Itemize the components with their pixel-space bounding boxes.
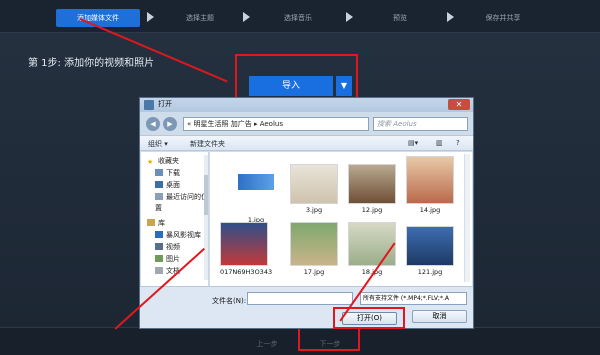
file-grid: 1.jpg 3.jpg 12.jpg 14.jpg 017N69H3O343 1… [210, 152, 472, 286]
next-highlight [298, 327, 360, 351]
nav-recent[interactable]: 最近访问的位置 [155, 192, 208, 212]
organize-menu[interactable]: 组织 ▾ [148, 139, 168, 149]
preview-pane-icon[interactable]: ▥ [436, 139, 443, 147]
step-preview[interactable]: 预览 [365, 9, 435, 27]
file-item[interactable]: 017N69H3O343 [220, 222, 273, 276]
storm-icon [155, 231, 163, 238]
file-name: 017N69H3O343 [220, 268, 273, 276]
open-file-dialog: 打开 ✕ ◀ ▶ « 明星生活照 加广告 ▸ Aeolus 搜索 Aeolus … [139, 97, 474, 329]
dialog-titlebar: 打开 ✕ [140, 98, 473, 112]
dialog-toolbar: 组织 ▾ 新建文件夹 ▤▾ ▥ ? [140, 135, 473, 151]
close-icon[interactable]: ✕ [448, 99, 470, 110]
path-field[interactable]: « 明星生活照 加广告 ▸ Aeolus [183, 117, 369, 131]
step-add-media[interactable]: 添加媒体文件 [56, 9, 140, 27]
import-dropdown-button[interactable]: ▼ [336, 76, 352, 96]
nav-favorites[interactable]: ★ 收藏夹 [147, 156, 179, 167]
page-title: 第 1步: 添加你的视频和照片 [28, 58, 155, 69]
navigation-pane: ★ 收藏夹 下载 桌面 最近访问的位置 库 暴风影视库 视频 图片 文档 [141, 152, 209, 286]
address-bar: ◀ ▶ « 明星生活照 加广告 ▸ Aeolus 搜索 Aeolus [146, 117, 468, 132]
dialog-footer: 文件名(N): 所有支持文件 (*.MP4;*.FLV;*.A 打开(O) 取消 [140, 286, 473, 329]
step-theme[interactable]: 选择主题 [165, 9, 235, 27]
step-save-share[interactable]: 保存并共享 [463, 9, 543, 27]
step-arrow-icon [147, 12, 154, 22]
step-arrow-icon [346, 12, 353, 22]
dialog-title: 打开 [158, 100, 172, 108]
nav-libraries[interactable]: 库 [147, 218, 165, 229]
nav-downloads[interactable]: 下载 [155, 168, 180, 179]
file-item[interactable]: 14.jpg [406, 156, 454, 214]
file-thumbnail [348, 164, 396, 204]
file-thumbnail [406, 156, 454, 204]
desktop-icon [155, 181, 163, 188]
step-music[interactable]: 选择音乐 [263, 9, 333, 27]
file-scrollbar[interactable] [464, 154, 470, 282]
filename-input[interactable] [247, 292, 353, 305]
recent-icon [155, 193, 163, 200]
file-name: 14.jpg [419, 206, 441, 214]
dialog-app-icon [144, 100, 154, 110]
new-folder-button[interactable]: 新建文件夹 [190, 139, 225, 149]
file-thumbnail [290, 222, 338, 266]
filename-label: 文件名(N): [212, 297, 247, 305]
file-thumbnail [232, 174, 280, 214]
view-icon[interactable]: ▤▾ [408, 139, 418, 147]
help-icon[interactable]: ? [456, 139, 460, 147]
logo-graphic [238, 174, 274, 190]
file-item[interactable]: 17.jpg [290, 222, 338, 276]
import-button[interactable]: 导入 [249, 76, 333, 96]
file-item[interactable]: 12.jpg [348, 164, 396, 214]
filetype-select[interactable]: 所有支持文件 (*.MP4;*.FLV;*.A [360, 292, 467, 305]
file-name: 3.jpg [305, 206, 323, 214]
file-thumbnail [290, 164, 338, 204]
back-icon[interactable]: ◀ [146, 117, 160, 131]
star-icon: ★ [147, 158, 154, 166]
video-icon [155, 243, 163, 250]
prev-button[interactable]: 上一步 [242, 336, 292, 352]
forward-icon[interactable]: ▶ [163, 117, 177, 131]
search-input[interactable]: 搜索 Aeolus [373, 117, 468, 131]
file-item[interactable]: 3.jpg [290, 164, 338, 214]
nav-scrollbar-thumb[interactable] [204, 175, 208, 215]
nav-scrollbar[interactable] [204, 155, 208, 280]
nav-desktop[interactable]: 桌面 [155, 180, 180, 191]
file-thumbnail [220, 222, 268, 266]
open-highlight: 打开(O) [333, 307, 405, 329]
library-icon [147, 219, 155, 226]
nav-videos[interactable]: 视频 [155, 242, 180, 253]
step-arrow-icon [243, 12, 250, 22]
file-thumbnail [348, 222, 396, 266]
nav-pictures[interactable]: 图片 [155, 254, 180, 265]
file-item[interactable]: 121.jpg [406, 226, 454, 276]
file-name: 121.jpg [417, 268, 443, 276]
download-icon [155, 169, 163, 176]
document-icon [155, 267, 163, 274]
nav-storm[interactable]: 暴风影视库 [155, 230, 201, 241]
file-name: 17.jpg [303, 268, 325, 276]
file-item[interactable]: 1.jpg [232, 164, 280, 224]
step-bar: 添加媒体文件 选择主题 选择音乐 预览 保存并共享 [0, 0, 600, 33]
picture-icon [155, 255, 163, 262]
file-thumbnail [406, 226, 454, 266]
file-name: 12.jpg [361, 206, 383, 214]
open-button[interactable]: 打开(O) [342, 312, 397, 325]
cancel-button[interactable]: 取消 [412, 310, 467, 323]
step-arrow-icon [447, 12, 454, 22]
